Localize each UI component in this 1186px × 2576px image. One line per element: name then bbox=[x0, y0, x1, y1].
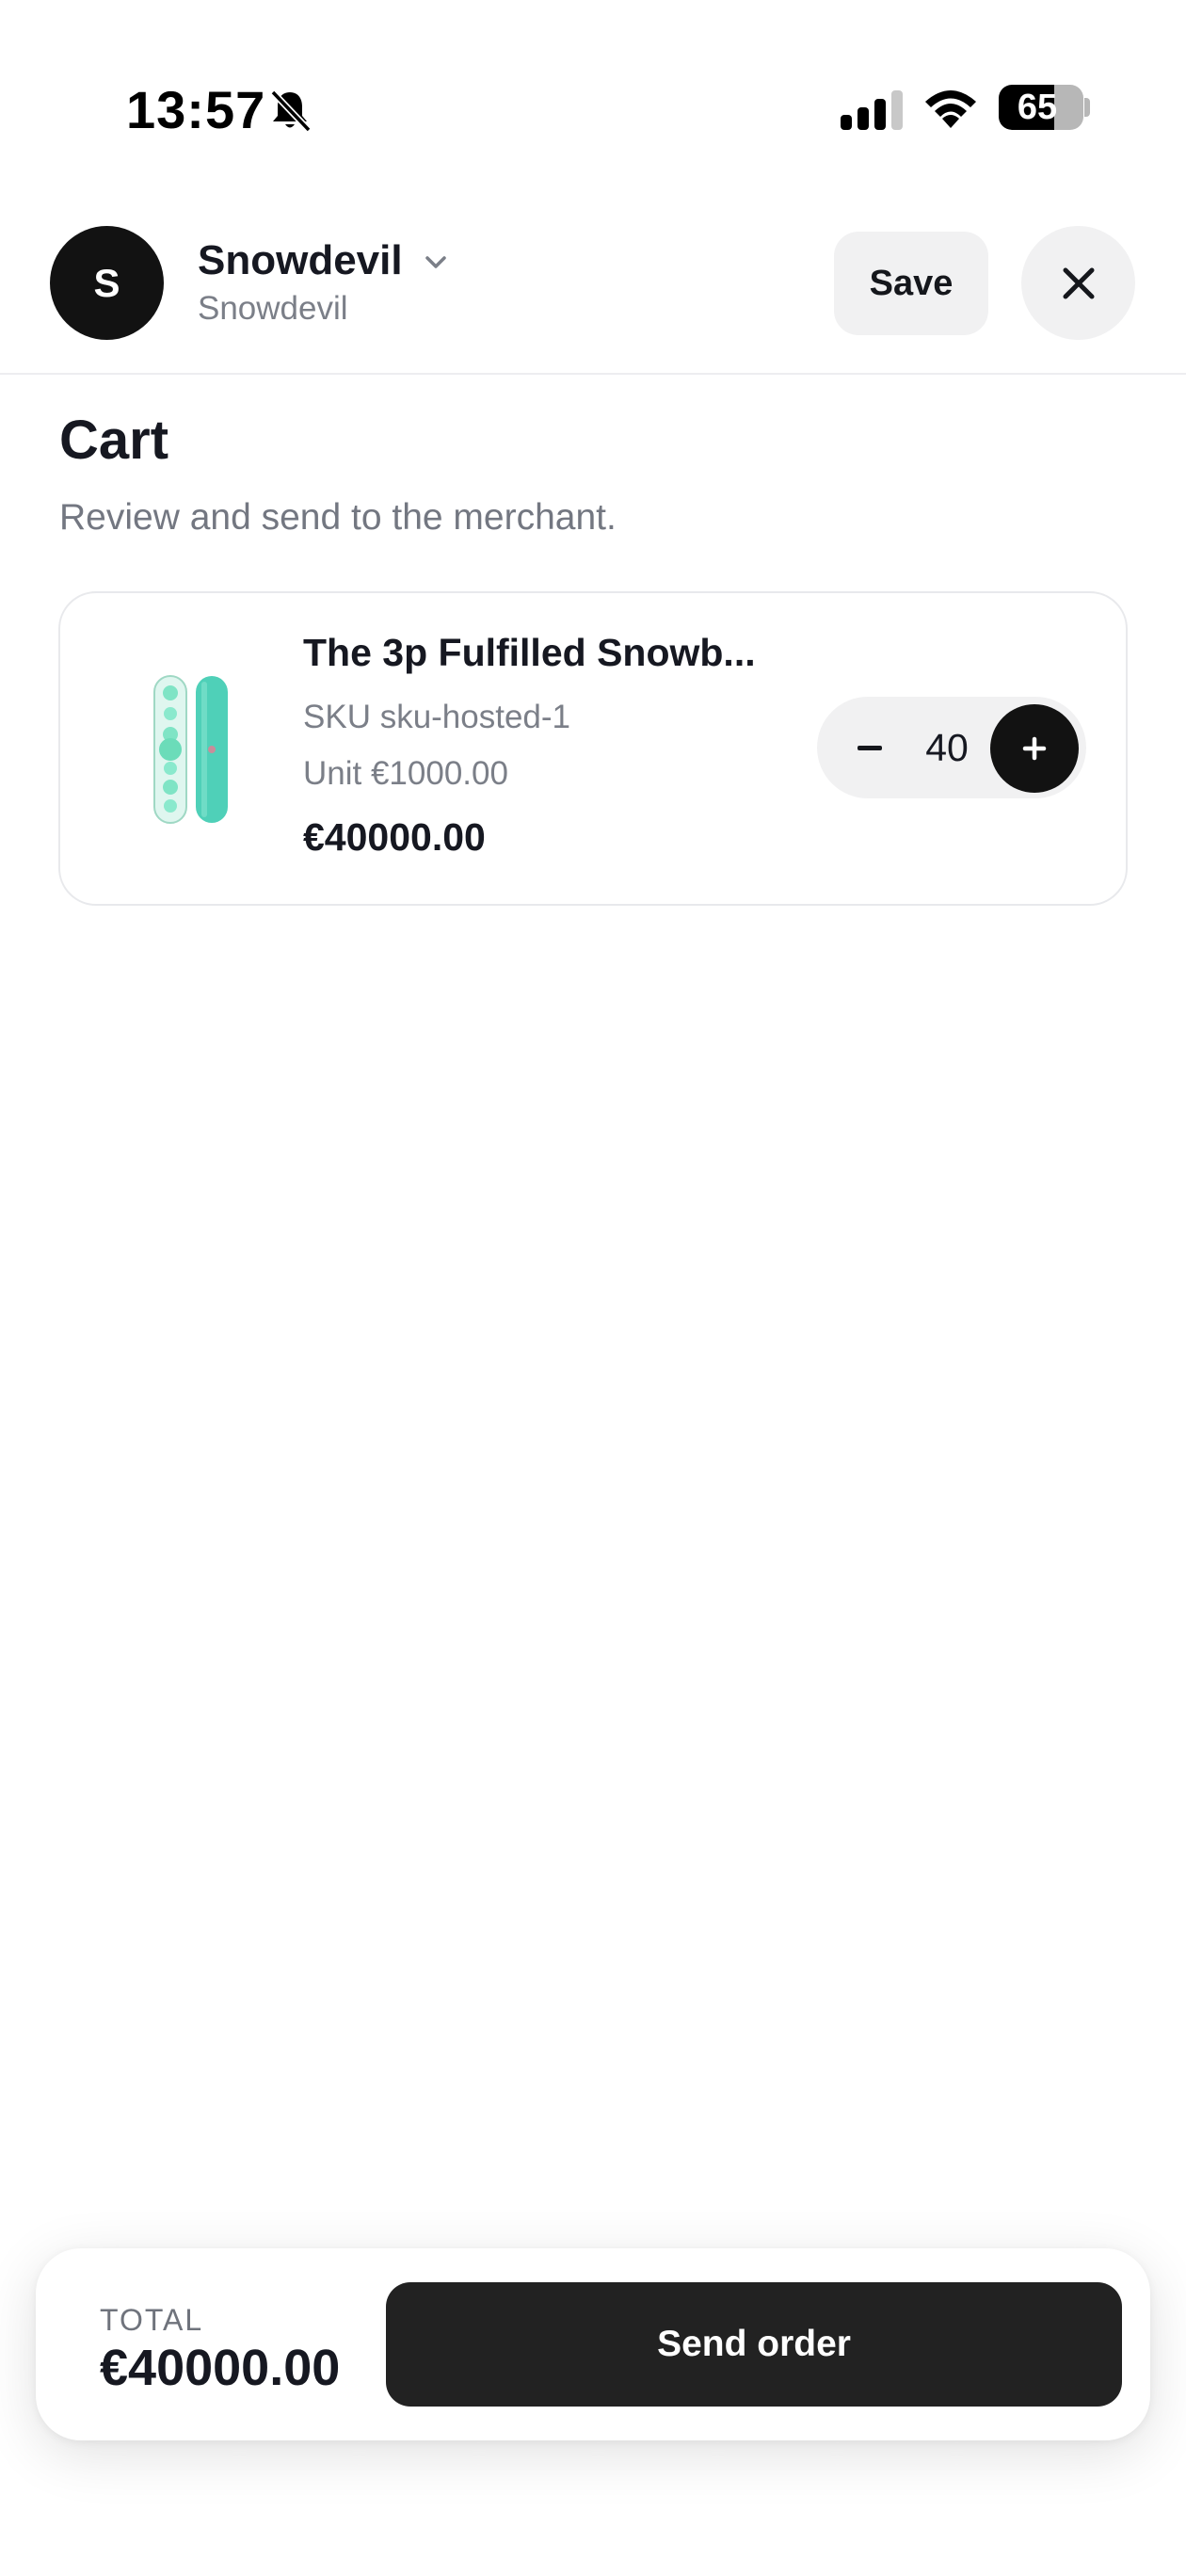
page-title: Cart bbox=[59, 410, 169, 471]
merchant-subtitle: Snowdevil bbox=[198, 290, 348, 327]
send-order-button[interactable]: Send order bbox=[386, 2282, 1122, 2407]
order-summary-bar: TOTAL €40000.00 Send order bbox=[36, 2248, 1150, 2440]
merchant-header: S Snowdevil Snowdevil Save bbox=[0, 188, 1186, 375]
status-bar: 13:57 65 bbox=[0, 0, 1186, 188]
total-label: TOTAL bbox=[100, 2303, 204, 2337]
plus-icon bbox=[1022, 736, 1047, 761]
bell-slash-icon bbox=[270, 89, 312, 133]
increase-quantity-button[interactable] bbox=[990, 704, 1079, 793]
product-unit-price: Unit €1000.00 bbox=[303, 755, 508, 792]
quantity-value[interactable]: 40 bbox=[911, 697, 983, 798]
avatar[interactable]: S bbox=[50, 226, 164, 340]
page-subtitle: Review and send to the merchant. bbox=[59, 497, 617, 538]
chevron-down-icon[interactable] bbox=[422, 250, 450, 273]
minus-icon bbox=[857, 745, 882, 750]
total-value: €40000.00 bbox=[100, 2340, 341, 2396]
close-icon bbox=[1063, 267, 1094, 298]
decrease-quantity-button[interactable] bbox=[832, 710, 907, 785]
product-title[interactable]: The 3p Fulfilled Snowb... bbox=[303, 631, 793, 675]
battery-cap bbox=[1084, 98, 1090, 117]
save-button[interactable]: Save bbox=[834, 232, 988, 335]
battery-level: 65 bbox=[1017, 88, 1058, 127]
snowboard-image bbox=[153, 675, 228, 824]
product-sku: SKU sku-hosted-1 bbox=[303, 699, 571, 735]
close-button[interactable] bbox=[1021, 226, 1135, 340]
merchant-name[interactable]: Snowdevil bbox=[198, 237, 403, 284]
status-time: 13:57 bbox=[126, 80, 266, 139]
product-line-total: €40000.00 bbox=[303, 815, 486, 859]
quantity-stepper: 40 bbox=[817, 697, 1086, 798]
cellular-signal-icon bbox=[841, 90, 903, 130]
cart-screen: 13:57 65 S Snowdevil Snowdevil Save Cart… bbox=[0, 0, 1186, 2576]
cart-item: The 3p Fulfilled Snowb... SKU sku-hosted… bbox=[58, 591, 1128, 906]
wifi-icon bbox=[925, 90, 976, 128]
battery-icon: 65 bbox=[999, 85, 1083, 130]
